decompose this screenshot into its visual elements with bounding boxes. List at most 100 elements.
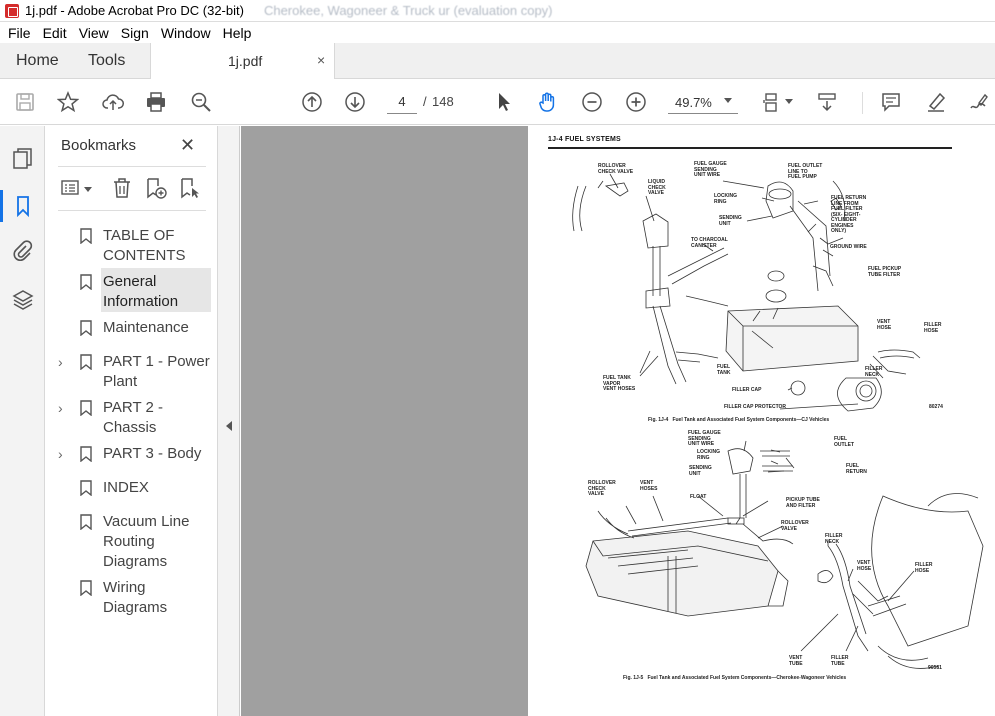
diagram-label: FILLER CAP xyxy=(732,387,762,393)
diagram-label: ROLLOVER VALVE xyxy=(781,520,809,532)
menu-file[interactable]: File xyxy=(8,25,31,41)
new-bookmark-icon[interactable] xyxy=(144,176,168,200)
zoom-level-dropdown[interactable]: 49.7% xyxy=(668,90,738,114)
bookmark-label: PART 1 - Power Plant xyxy=(103,353,210,390)
diagram-label: FUEL RETURN xyxy=(846,463,867,475)
chevron-down-icon[interactable] xyxy=(84,187,92,192)
hand-tool-icon[interactable] xyxy=(536,90,560,114)
panel-collapse-handle[interactable] xyxy=(218,126,240,716)
diagram-label: ROLLOVER CHECK VALVE xyxy=(598,163,634,175)
diagram-label: SENDING UNIT xyxy=(719,215,742,227)
save-icon[interactable] xyxy=(13,90,37,114)
close-tab-icon[interactable]: × xyxy=(317,52,325,68)
bookmark-icon xyxy=(80,320,92,336)
page-layout-icon[interactable] xyxy=(760,90,784,114)
chevron-right-icon[interactable]: › xyxy=(58,400,68,416)
sign-pen-icon[interactable] xyxy=(966,90,990,114)
select-cursor-icon[interactable] xyxy=(492,90,516,114)
diagram-label: LOCKING RING xyxy=(697,449,721,461)
page-separator: / xyxy=(423,94,427,109)
diagram-label: LOCKING RING xyxy=(714,193,738,205)
diagram-label: VENT HOSES xyxy=(640,480,658,492)
panel-divider xyxy=(58,166,206,167)
bookmark-label: Vacuum Line Routing Diagrams xyxy=(103,513,190,570)
figure-number: 90581 xyxy=(928,665,942,671)
page-thumbnails-icon[interactable] xyxy=(11,146,35,170)
panel-divider xyxy=(58,210,206,211)
menu-window[interactable]: Window xyxy=(161,25,211,41)
tab-bar: Home Tools 1j.pdf × xyxy=(0,43,995,79)
bookmark-label: Wiring Diagrams xyxy=(103,579,168,616)
diagram-label: FLOAT xyxy=(690,494,707,500)
menu-view[interactable]: View xyxy=(79,25,109,41)
diagram-label: ROLLOVER CHECK VALVE xyxy=(588,480,616,497)
bookmark-icon xyxy=(80,400,92,416)
highlight-pen-icon[interactable] xyxy=(924,90,948,114)
left-navigation-rail xyxy=(0,126,45,716)
tab-tools[interactable]: Tools xyxy=(88,52,125,70)
diagram-label: FILLER TUBE xyxy=(831,655,849,667)
window-title: 1j.pdf - Adobe Acrobat Pro DC (32-bit) xyxy=(25,3,244,18)
diagram-label: FUEL PICKUP TUBE FILTER xyxy=(868,266,902,278)
bookmark-label: INDEX xyxy=(103,479,149,496)
tab-home[interactable]: Home xyxy=(16,52,59,70)
bookmark-icon xyxy=(80,514,92,530)
bookmark-icon xyxy=(80,446,92,462)
page-number-input[interactable]: 4 xyxy=(387,90,417,114)
menu-bar: File Edit View Sign Window Help xyxy=(0,22,995,43)
delete-bookmark-icon[interactable] xyxy=(110,176,134,200)
find-bookmark-icon[interactable] xyxy=(178,176,202,200)
bookmark-options-icon[interactable] xyxy=(60,176,84,200)
chevron-down-icon xyxy=(724,98,732,103)
diagram-label: FUEL OUTLET xyxy=(834,436,854,448)
previous-page-icon[interactable] xyxy=(300,90,324,114)
star-icon[interactable] xyxy=(56,90,80,114)
window-title-overlay: Cherokee, Wagoneer & Truck ur (evaluatio… xyxy=(263,3,553,18)
document-viewport[interactable]: 1J-4 FUEL SYSTEMS ROLLOVER CHECK VALVE L… xyxy=(241,126,995,716)
figure-caption: Fig. 1J-5 Fuel Tank and Associated Fuel … xyxy=(623,675,847,681)
attachments-paperclip-icon[interactable] xyxy=(11,239,35,263)
pdf-page: 1J-4 FUEL SYSTEMS ROLLOVER CHECK VALVE L… xyxy=(528,126,995,716)
diagram-label: FUEL TANK VAPOR VENT HOSES xyxy=(603,375,636,392)
menu-help[interactable]: Help xyxy=(223,25,252,41)
diagram-label: VENT TUBE xyxy=(789,655,803,667)
upload-cloud-icon[interactable] xyxy=(101,90,125,114)
zoom-in-icon[interactable] xyxy=(624,90,648,114)
menu-edit[interactable]: Edit xyxy=(43,25,67,41)
diagram-label: FILLER HOSE xyxy=(924,322,942,334)
diagram-label: GROUND WIRE xyxy=(830,244,867,250)
bookmark-icon xyxy=(80,228,92,244)
chevron-right-icon[interactable]: › xyxy=(58,446,68,462)
bookmark-icon xyxy=(80,274,92,290)
next-page-icon[interactable] xyxy=(343,90,367,114)
diagram-label: FILLER NECK xyxy=(865,366,883,378)
diagram-label: FILLER NECK xyxy=(825,533,843,545)
bookmark-icon xyxy=(80,580,92,596)
page-total: 148 xyxy=(432,94,454,109)
chevron-down-icon[interactable] xyxy=(785,99,793,104)
chevron-right-icon[interactable]: › xyxy=(58,354,68,370)
diagram-label: FUEL TANK xyxy=(717,364,731,376)
diagram-label: PICKUP TUBE AND FILTER xyxy=(786,497,820,509)
layers-icon[interactable] xyxy=(11,288,35,312)
scroll-mode-icon[interactable] xyxy=(815,90,839,114)
bookmark-label: PART 2 - Chassis xyxy=(103,399,164,436)
bookmarks-panel: Bookmarks ✕ TABLE OF CONTENTS General In… xyxy=(46,126,218,716)
close-panel-icon[interactable]: ✕ xyxy=(180,135,195,156)
diagram-label: FUEL GAUGE SENDING UNIT WIRE xyxy=(694,161,727,178)
diagram-label: VENT HOSE xyxy=(857,560,872,572)
comment-icon[interactable] xyxy=(879,90,903,114)
page-header: 1J-4 FUEL SYSTEMS xyxy=(548,136,621,143)
zoom-search-icon[interactable] xyxy=(189,90,213,114)
zoom-out-icon[interactable] xyxy=(580,90,604,114)
print-icon[interactable] xyxy=(144,90,168,114)
tab-document[interactable]: 1j.pdf × xyxy=(150,43,335,79)
bookmarks-panel-title: Bookmarks xyxy=(61,137,137,154)
diagram-label: FUEL GAUGE SENDING UNIT WIRE xyxy=(688,430,721,447)
bookmark-icon xyxy=(80,354,92,370)
bookmark-icon xyxy=(80,480,92,496)
bookmarks-icon[interactable] xyxy=(0,190,35,222)
diagram-label: FUEL RETURN LINE FROM FUEL FILTER (SIX- … xyxy=(831,195,867,234)
menu-sign[interactable]: Sign xyxy=(121,25,149,41)
figure-caption: Fig. 1J-4 Fuel Tank and Associated Fuel … xyxy=(648,417,830,423)
